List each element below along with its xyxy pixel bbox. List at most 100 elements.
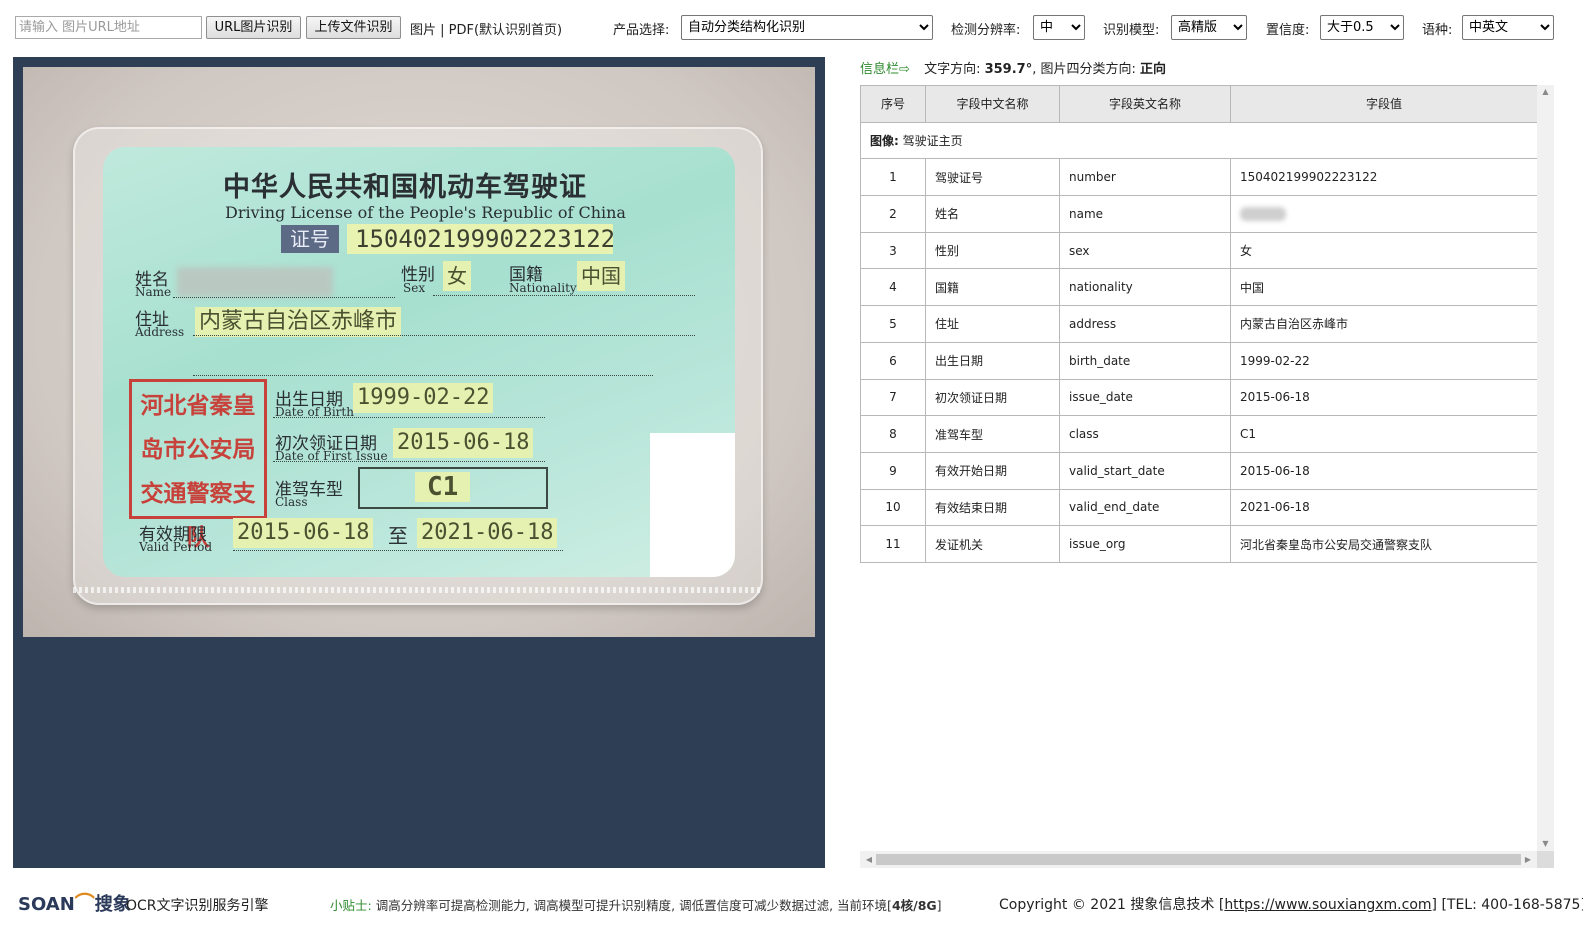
copyright-suffix: ] [TEL: 400-168-5875] [1431, 897, 1583, 913]
cell-field-cn: 发证机关 [925, 525, 1060, 563]
vertical-scrollbar[interactable]: ▲ ▼ [1537, 85, 1554, 851]
valid-end-value: 2021-06-18 [417, 518, 558, 548]
upload-file-button[interactable]: 上传文件识别 [306, 16, 401, 39]
table-row: 6 出生日期 birth_date 1999-02-22 [860, 341, 1538, 380]
cell-field-value: 中国 [1230, 268, 1538, 307]
cell-index: 8 [860, 415, 926, 453]
cell-field-en: issue_org [1059, 525, 1231, 563]
group-value: 驾驶证主页 [902, 134, 963, 149]
first-issue-value: 2015-06-18 [393, 428, 534, 458]
orientation-label: , 图片四分类方向: [1032, 62, 1136, 77]
result-table-container: 序号 字段中文名称 字段英文名称 字段值 图像: 驾驶证主页 1 驾驶证号 numb… [860, 85, 1554, 868]
tip-label: 小贴士: [330, 898, 372, 913]
product-label: 产品选择: [613, 23, 670, 38]
nationality-value: 中国 [577, 261, 625, 291]
cell-field-value: 内蒙古自治区赤峰市 [1230, 305, 1538, 343]
text-direction-label: 文字方向: [924, 62, 981, 77]
cell-field-cn: 国籍 [925, 268, 1060, 307]
cell-field-value: 2015-06-18 [1230, 378, 1538, 417]
cell-field-cn: 出生日期 [925, 341, 1060, 380]
name-underline [173, 297, 395, 298]
language-select[interactable]: 中英文 [1462, 15, 1554, 40]
cell-index: 7 [860, 378, 926, 417]
dob-value: 1999-02-22 [353, 383, 494, 413]
name-redaction-blur [1240, 207, 1286, 222]
table-group-row: 图像: 驾驶证主页 [860, 121, 1538, 160]
cell-field-cn: 驾驶证号 [925, 158, 1060, 197]
product-select[interactable]: 自动分类结构化识别 [681, 15, 933, 40]
driving-license-card: 中华人民共和国机动车驾驶证 Driving License of the Peo… [103, 147, 735, 577]
table-row: 5 住址 address 内蒙古自治区赤峰市 [860, 305, 1538, 343]
result-table: 序号 字段中文名称 字段英文名称 字段值 图像: 驾驶证主页 1 驾驶证号 numb… [860, 85, 1538, 563]
horizontal-scrollbar[interactable]: ◀ ▶ [860, 851, 1537, 868]
address-value: 内蒙古自治区赤峰市 [195, 307, 402, 337]
scroll-down-arrow-icon[interactable]: ▼ [1537, 837, 1554, 851]
class-value: C1 [415, 472, 471, 502]
horizontal-scroll-thumb[interactable] [876, 854, 1521, 865]
cell-field-en: name [1059, 195, 1231, 233]
cell-index: 3 [860, 231, 926, 270]
cell-index: 5 [860, 305, 926, 343]
cell-field-en: nationality [1059, 268, 1231, 307]
model-select[interactable]: 高精版 [1171, 15, 1247, 40]
cell-field-cn: 有效开始日期 [925, 451, 1060, 490]
cell-field-cn: 准驾车型 [925, 415, 1060, 453]
valid-label-en: Valid Period [139, 540, 213, 554]
cert-number-value: 150402199902223122 [347, 224, 615, 254]
logo-arc-icon: ⌒ [74, 891, 95, 915]
table-row: 1 驾驶证号 number 150402199902223122 [860, 158, 1538, 197]
table-row: 11 发证机关 issue_org 河北省秦皇岛市公安局交通警察支队 [860, 525, 1538, 563]
scrollbar-corner [1537, 851, 1554, 868]
cell-index: 11 [860, 525, 926, 563]
resolution-select[interactable]: 中 [1033, 15, 1085, 40]
cell-field-cn: 有效结束日期 [925, 488, 1060, 527]
confidence-select[interactable]: 大于0.5 [1320, 15, 1404, 40]
cell-field-cn: 住址 [925, 305, 1060, 343]
cell-field-en: valid_end_date [1059, 488, 1231, 527]
valid-start-value: 2015-06-18 [233, 518, 374, 548]
orientation-value: 正向 [1140, 62, 1167, 77]
table-row: 9 有效开始日期 valid_start_date 2015-06-18 [860, 451, 1538, 490]
table-header-row: 序号 字段中文名称 字段英文名称 字段值 [860, 85, 1538, 123]
url-input[interactable] [15, 16, 202, 39]
cell-field-value: 1999-02-22 [1230, 341, 1538, 380]
address-underline-2 [193, 375, 653, 376]
scroll-up-arrow-icon[interactable]: ▲ [1537, 85, 1554, 99]
confidence-label: 置信度: [1266, 23, 1310, 38]
table-row: 3 性别 sex 女 [860, 231, 1538, 270]
scroll-left-arrow-icon[interactable]: ◀ [862, 851, 876, 868]
model-label: 识别模型: [1103, 23, 1160, 38]
cell-index: 6 [860, 341, 926, 380]
table-row: 10 有效结束日期 valid_end_date 2021-06-18 [860, 488, 1538, 527]
scroll-right-arrow-icon[interactable]: ▶ [1521, 851, 1535, 868]
website-link[interactable]: https://www.souxiangxm.com [1224, 897, 1431, 913]
url-recognize-button[interactable]: URL图片识别 [206, 16, 301, 39]
cell-field-en: valid_start_date [1059, 451, 1231, 490]
sleeve-stitch [73, 587, 763, 593]
cell-field-value: 女 [1230, 231, 1538, 270]
copyright: Copyright © 2021 搜象信息技术 [https://www.sou… [999, 894, 1583, 914]
language-label: 语种: [1422, 23, 1453, 38]
table-row: 2 姓名 name [860, 195, 1538, 233]
dob-underline [273, 417, 545, 418]
issuer-seal: 河北省秦皇 岛市公安局 交通警察支队 [129, 379, 267, 551]
card-subtitle: Driving License of the People's Republic… [225, 203, 626, 222]
cell-field-cn: 姓名 [925, 195, 1060, 233]
cell-field-en: number [1059, 158, 1231, 197]
cell-field-value: 河北省秦皇岛市公安局交通警察支队 [1230, 525, 1538, 563]
info-title: 信息栏 [860, 62, 900, 77]
cell-field-en: sex [1059, 231, 1231, 270]
format-hint: 图片 | PDF(默认识别首页) [410, 23, 563, 38]
header-field-value: 字段值 [1230, 85, 1538, 123]
info-bar: 信息栏⇨ 文字方向: 359.7°, 图片四分类方向: 正向 [860, 58, 1166, 77]
header-field-en: 字段英文名称 [1059, 85, 1231, 123]
image-preview-panel: 中华人民共和国机动车驾驶证 Driving License of the Peo… [13, 57, 825, 868]
first-issue-underline [273, 461, 545, 462]
group-cell: 图像: 驾驶证主页 [860, 121, 1538, 160]
valid-underline [233, 550, 563, 551]
sex-value: 女 [443, 261, 471, 291]
tip-end: ] [936, 898, 942, 913]
photo-redaction [650, 433, 735, 577]
cell-index: 9 [860, 451, 926, 490]
name-redaction [177, 267, 333, 297]
